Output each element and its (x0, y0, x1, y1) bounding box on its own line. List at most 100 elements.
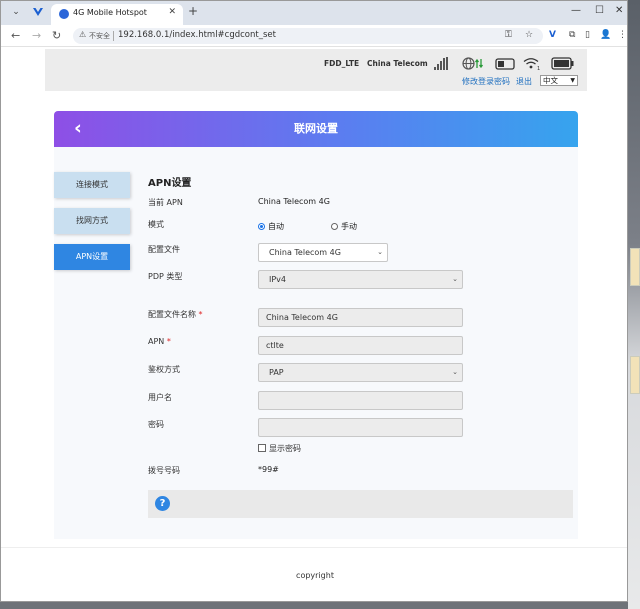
svg-text:1: 1 (537, 66, 540, 70)
pdp-type-label: PDP 类型 (148, 272, 183, 281)
auth-value: PAP (269, 368, 284, 377)
profile-name-label: 配置文件名称 * (148, 309, 203, 320)
browser-logo-icon[interactable] (31, 5, 45, 19)
sidebar-item-label: 找网方式 (76, 216, 108, 225)
apn-input[interactable]: ctlte (258, 336, 463, 355)
chevron-down-icon: ⌄ (452, 275, 458, 283)
required-marker: * (198, 310, 203, 319)
radio-unselected-icon[interactable] (331, 223, 338, 230)
show-password-checkbox[interactable]: 显示密码 (258, 443, 301, 454)
tab-favicon-icon (59, 9, 69, 19)
apn-label: APN * (148, 337, 171, 346)
maximize-icon[interactable]: ☐ (595, 5, 604, 16)
auth-label: 鉴权方式 (148, 365, 180, 374)
tab-close-icon[interactable]: ✕ (168, 7, 176, 17)
sidebar-icon[interactable]: ▯ (585, 30, 590, 40)
carrier-name: China Telecom (367, 59, 428, 68)
password-label: 密码 (148, 420, 164, 429)
page: FDD_LTE China Telecom 1 修改登录密码 退出 中文 ▼ ‹… (1, 47, 627, 601)
new-tab-icon[interactable]: + (188, 4, 198, 18)
language-select[interactable]: 中文 ▼ (540, 75, 578, 86)
radio-selected-icon[interactable] (258, 223, 265, 230)
internet-connected-icon (462, 57, 484, 70)
show-password-label: 显示密码 (269, 444, 301, 453)
sidebar-item-label: APN设置 (75, 252, 109, 261)
mode-manual-label: 手动 (341, 222, 357, 231)
current-apn-value: China Telecom 4G (258, 197, 330, 206)
password-input[interactable] (258, 418, 463, 437)
profile-name-value: China Telecom 4G (266, 313, 338, 322)
mode-manual-radio[interactable]: 手动 (331, 221, 357, 232)
settings-panel: 连接模式 找网方式 APN设置 APN设置 当前 APN China Telec… (54, 147, 578, 539)
desktop-icon[interactable] (630, 248, 640, 286)
sidebar-item-connection-mode[interactable]: 连接模式 (54, 172, 130, 198)
profile-icon[interactable]: 👤 (600, 30, 611, 40)
tab-title: 4G Mobile Hotspot (73, 8, 147, 17)
browser-window: ⌄ 4G Mobile Hotspot ✕ + — ☐ ✕ ← → ↻ ⚠ 不安… (0, 0, 628, 602)
profile-label: 配置文件 (148, 245, 180, 254)
minimize-icon[interactable]: — (571, 5, 581, 16)
username-label: 用户名 (148, 393, 172, 402)
profile-name-input[interactable]: China Telecom 4G (258, 308, 463, 327)
extension-icon[interactable]: V (549, 30, 556, 40)
required-marker: * (166, 337, 171, 346)
logout-link[interactable]: 退出 (516, 76, 532, 87)
page-banner: ‹ 联网设置 (54, 111, 578, 147)
change-password-link[interactable]: 修改登录密码 (462, 76, 510, 87)
network-type: FDD_LTE (324, 59, 360, 68)
sim-card-icon (495, 58, 515, 70)
help-icon[interactable]: ? (155, 496, 170, 511)
checkbox-icon[interactable] (258, 444, 266, 452)
reload-icon[interactable]: ↻ (52, 29, 61, 42)
profile-name-label-text: 配置文件名称 (148, 310, 196, 319)
page-footer: copyright (1, 547, 627, 601)
dial-number-label: 拨号号码 (148, 466, 180, 475)
bookmark-star-icon[interactable]: ☆ (525, 30, 533, 40)
wifi-icon: 1 (523, 58, 540, 70)
warning-icon[interactable]: ⚠ (79, 30, 86, 39)
signal-strength-icon (434, 57, 448, 70)
mode-auto-radio[interactable]: 自动 (258, 221, 284, 232)
forward-icon[interactable]: → (32, 29, 41, 42)
language-value: 中文 (543, 76, 558, 85)
url-text[interactable]: 192.168.0.1/index.html#cgdcont_set (118, 30, 276, 40)
auth-select[interactable]: PAP ⌄ (258, 363, 463, 382)
chevron-down-icon: ⌄ (452, 368, 458, 376)
desktop-icon[interactable] (630, 356, 640, 394)
chevron-down-icon: ⌄ (377, 248, 383, 256)
pdp-type-select[interactable]: IPv4 ⌄ (258, 270, 463, 289)
password-key-icon[interactable]: ⚿ (505, 30, 512, 40)
section-title: APN设置 (148, 178, 192, 189)
chevron-down-icon: ▼ (570, 77, 575, 84)
dial-number-value: *99# (258, 465, 279, 474)
profile-select[interactable]: China Telecom 4G ⌄ (258, 243, 388, 262)
status-header: FDD_LTE China Telecom 1 修改登录密码 退出 中文 ▼ (45, 49, 587, 91)
username-input[interactable] (258, 391, 463, 410)
close-window-icon[interactable]: ✕ (615, 5, 623, 16)
address-bar[interactable]: ⚠ 不安全 192.168.0.1/index.html#cgdcont_set… (73, 28, 543, 44)
address-separator (113, 31, 114, 41)
profile-select-value: China Telecom 4G (269, 248, 341, 257)
sidebar-item-apn-settings[interactable]: APN设置 (54, 244, 130, 270)
help-bar: ? (148, 490, 573, 518)
apn-label-text: APN (148, 337, 165, 346)
mode-auto-label: 自动 (268, 222, 284, 231)
tab-strip: ⌄ 4G Mobile Hotspot ✕ + — ☐ ✕ (1, 1, 627, 25)
apn-value: ctlte (266, 341, 284, 350)
sidebar-item-label: 连接模式 (76, 180, 108, 189)
browser-toolbar: ← → ↻ ⚠ 不安全 192.168.0.1/index.html#cgdco… (1, 25, 627, 47)
copyright-text: copyright (296, 571, 334, 580)
extensions-puzzle-icon[interactable]: ⧉ (569, 30, 575, 40)
browser-tab[interactable]: 4G Mobile Hotspot ✕ (51, 4, 183, 25)
security-label[interactable]: 不安全 (89, 31, 110, 41)
back-icon[interactable]: ← (11, 29, 20, 42)
desktop-background (628, 0, 640, 609)
sidebar-item-network-search[interactable]: 找网方式 (54, 208, 130, 234)
tab-search-icon[interactable]: ⌄ (7, 4, 25, 20)
pdp-type-value: IPv4 (269, 275, 287, 284)
battery-icon (551, 57, 574, 70)
menu-icon[interactable]: ⋮ (618, 30, 627, 40)
mode-label: 模式 (148, 220, 164, 229)
page-title: 联网设置 (294, 122, 338, 135)
current-apn-label: 当前 APN (148, 198, 183, 207)
